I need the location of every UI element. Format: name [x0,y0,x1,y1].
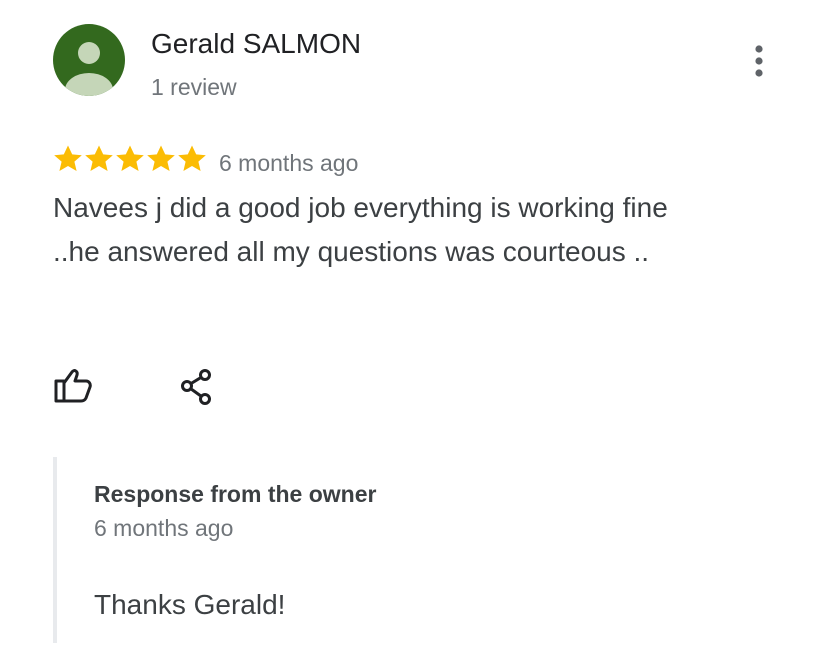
reviewer-name[interactable]: Gerald SALMON [151,27,361,61]
star-icon [178,145,206,171]
review-text: Navees j did a good job everything is wo… [53,192,668,267]
share-button[interactable] [174,364,220,410]
more-options-button[interactable] [742,40,776,84]
person-avatar-icon [53,24,125,96]
reviewer-review-count: 1 review [151,74,237,100]
thumb-up-outline-icon [54,369,92,403]
owner-response-text: Thanks Gerald! [94,589,286,620]
owner-response-title: Response from the owner [94,481,377,507]
star-icon [147,145,175,171]
like-button[interactable] [48,364,98,408]
more-vert-icon [755,45,763,77]
owner-response: Response from the owner 6 months ago Tha… [53,457,757,643]
star-icon [116,145,144,171]
star-icon [85,145,113,171]
star-rating [53,144,207,178]
owner-response-date: 6 months ago [94,515,234,541]
reviewer-avatar[interactable] [53,24,125,96]
share-icon [181,369,211,405]
review-date: 6 months ago [219,150,359,176]
star-icon [54,145,82,171]
